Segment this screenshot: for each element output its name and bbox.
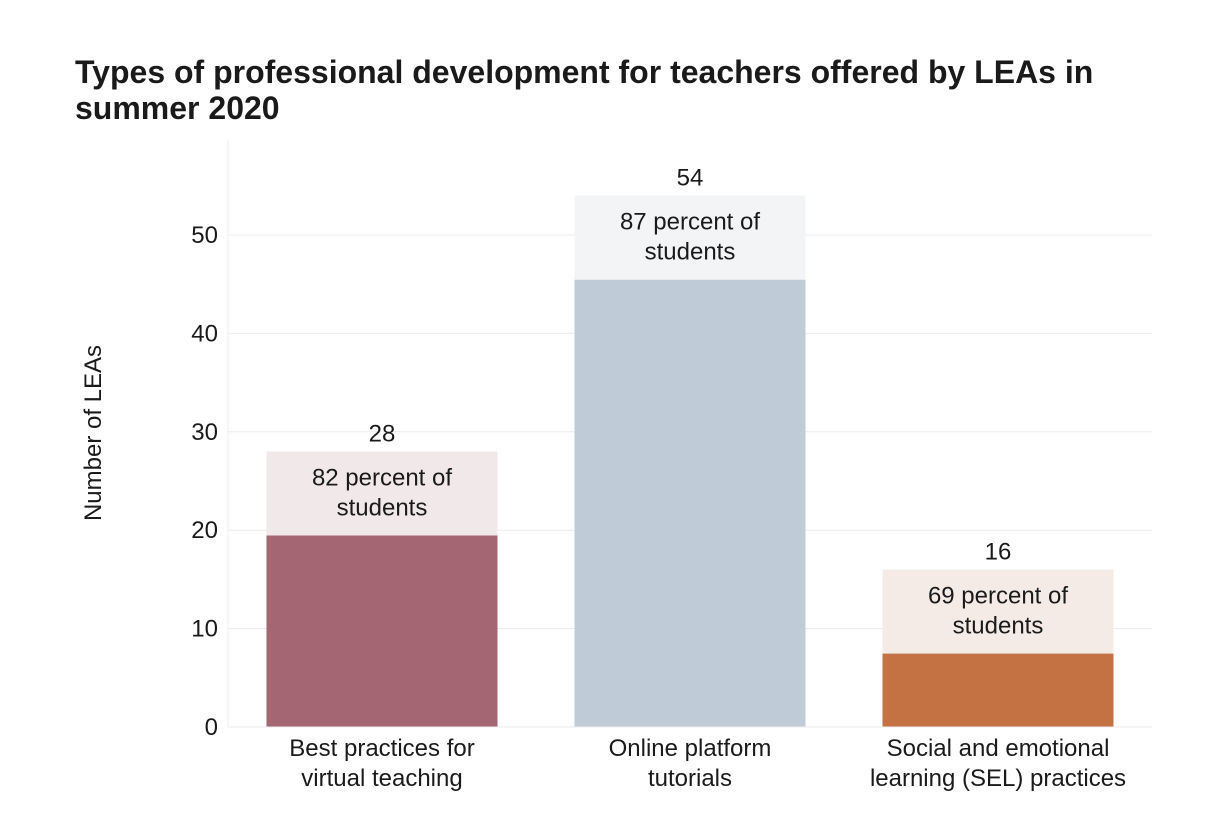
category-label: Online platform [609,735,772,762]
y-axis-title: Number of LEAs [80,345,107,521]
value-label: 28 [369,420,396,447]
bar-annotation-text: 69 percent of [928,583,1068,610]
bar-annotation-text: 87 percent of [620,209,760,236]
category-label: virtual teaching [301,765,462,792]
category-label: Best practices for [289,735,474,762]
value-label: 16 [985,539,1012,566]
y-tick-label: 50 [191,222,218,249]
bars [266,195,1114,727]
bar [266,535,498,727]
bar-annotation-text: 82 percent of [312,464,452,491]
bar-annotation-text: students [337,494,428,521]
bar [574,279,806,727]
bar-annotation-text: students [953,613,1044,640]
value-label: 54 [677,165,704,192]
y-tick-label: 0 [205,714,218,741]
y-tick-label: 10 [191,616,218,643]
bar-chart: 0 10 20 30 40 50 Number of LEAs 82 percent of st… [80,140,1152,792]
y-tick-label: 30 [191,419,218,446]
y-tick-label: 20 [191,517,218,544]
category-label: learning (SEL) practices [870,765,1126,792]
category-label: Social and emotional [887,735,1110,762]
bar [882,653,1114,727]
bar-annotation-text: students [645,239,736,266]
y-tick-label: 40 [191,320,218,347]
category-label: tutorials [648,765,732,792]
